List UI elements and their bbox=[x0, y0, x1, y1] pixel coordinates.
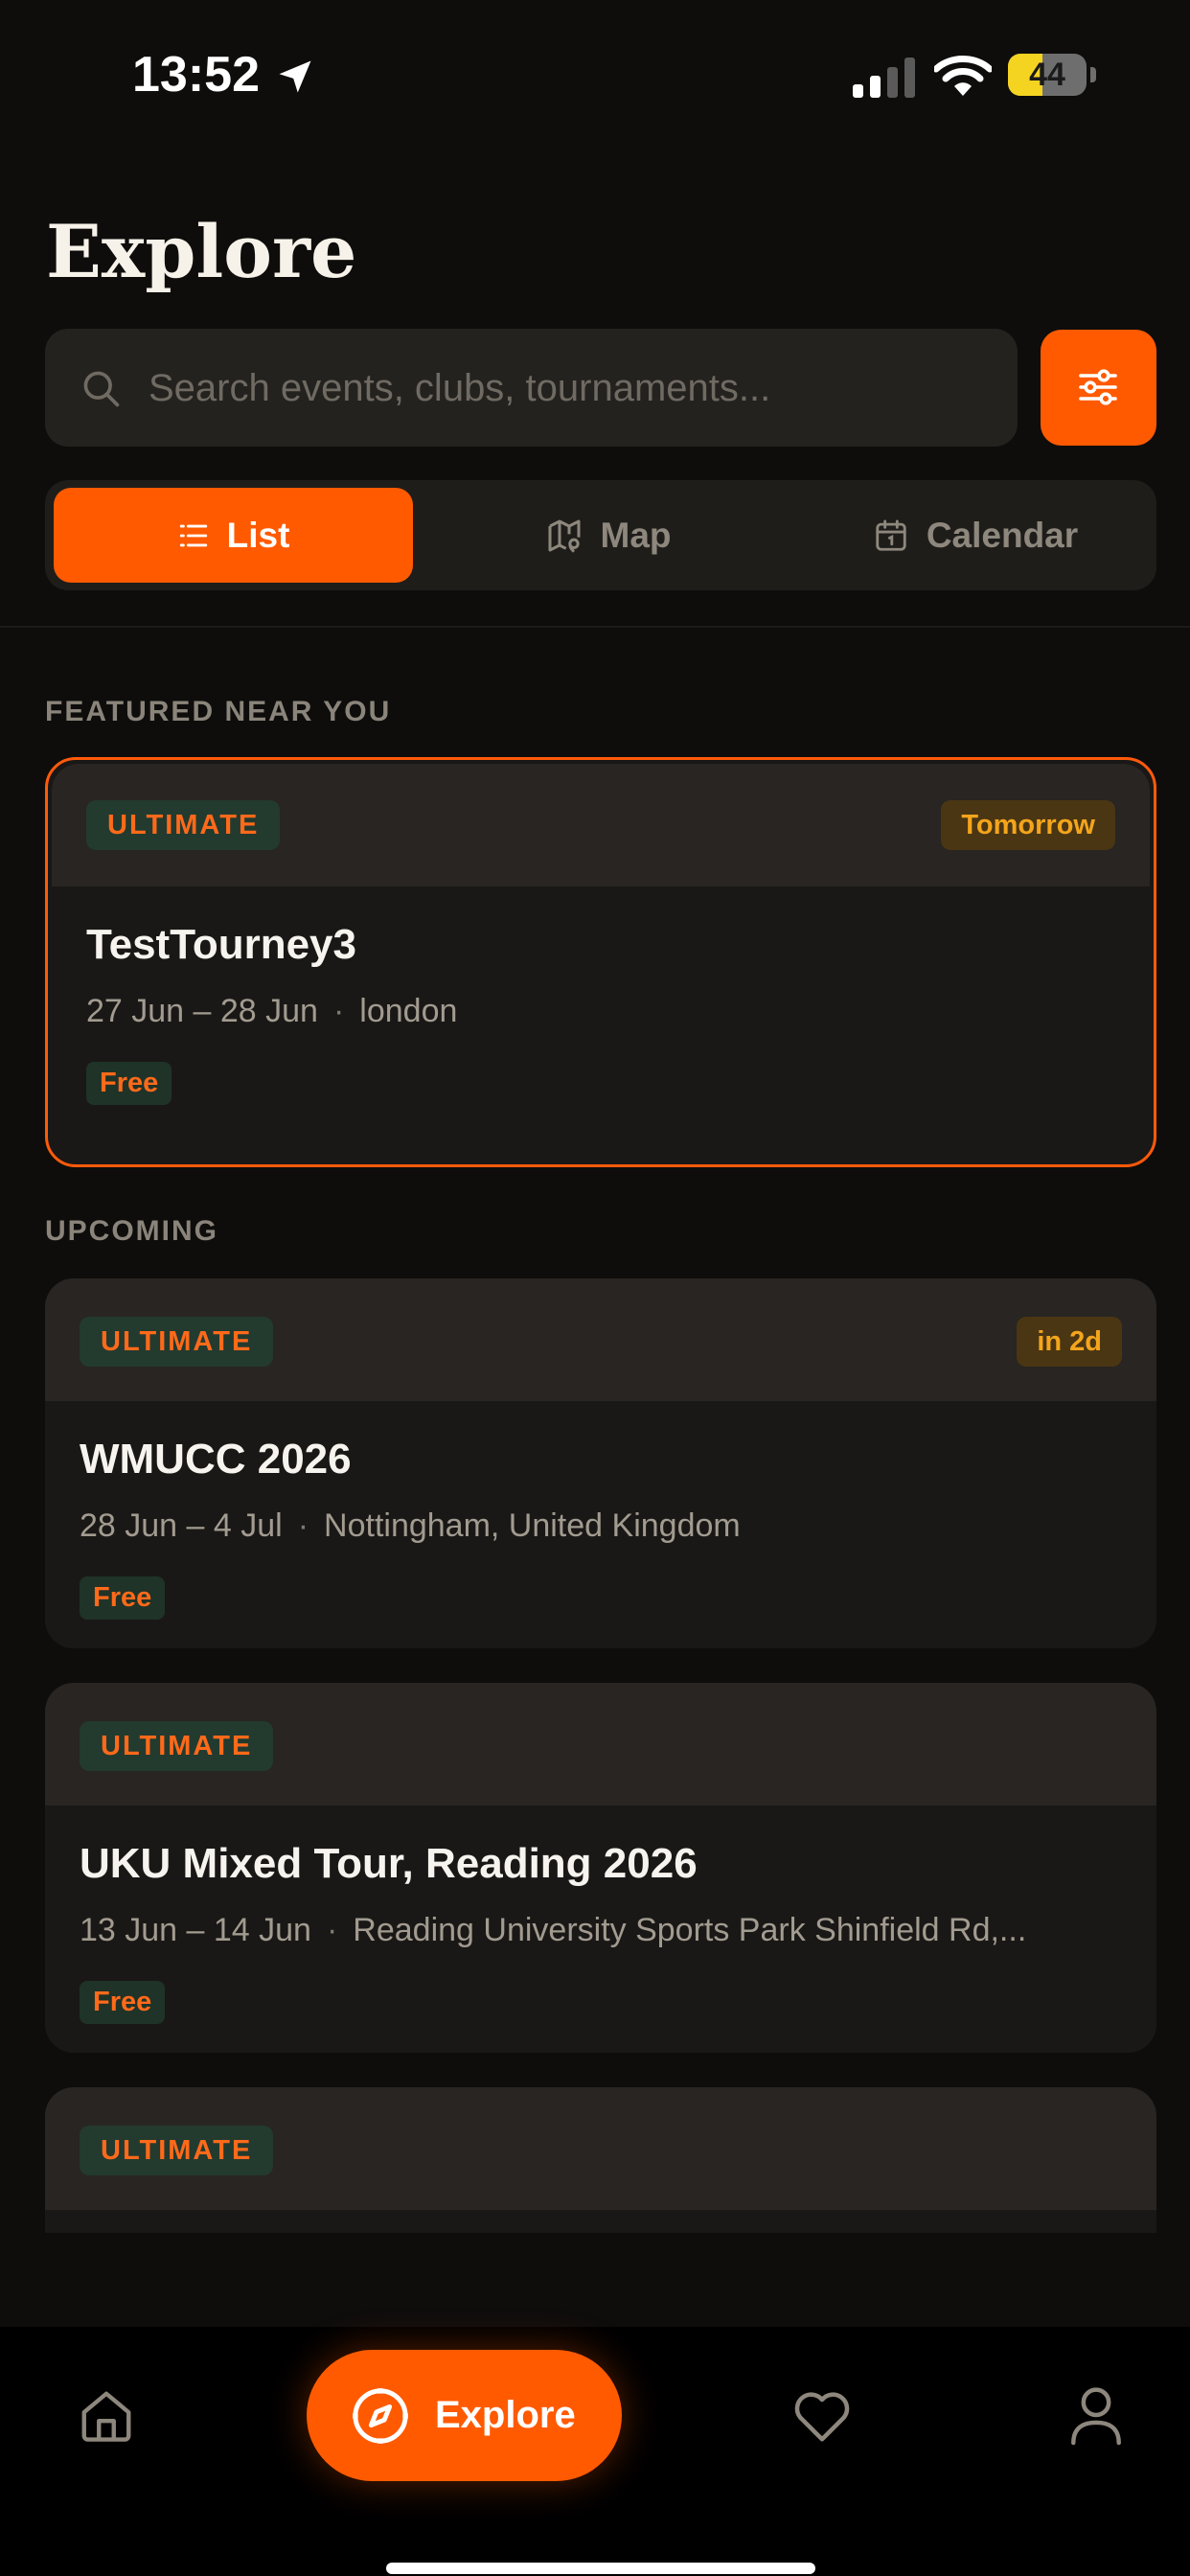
tab-map[interactable]: Map bbox=[428, 488, 788, 583]
wifi-icon bbox=[934, 54, 992, 98]
time-badge: in 2d bbox=[1017, 1317, 1122, 1367]
event-card[interactable]: ULTIMATE in 2d WMUCC 2026 28 Jun – 4 Jul… bbox=[45, 1278, 1156, 1648]
price-badge: Free bbox=[86, 1062, 172, 1105]
cellular-signal-icon bbox=[853, 58, 916, 98]
section-label-upcoming: UPCOMING bbox=[45, 1215, 218, 1247]
event-title: WMUCC 2026 bbox=[80, 1436, 352, 1483]
sliders-icon bbox=[1079, 369, 1117, 405]
sport-badge: ULTIMATE bbox=[86, 800, 281, 850]
tab-calendar[interactable]: Calendar bbox=[802, 488, 1149, 583]
section-label-featured: FEATURED NEAR YOU bbox=[45, 696, 392, 727]
event-title: TestTourney3 bbox=[86, 921, 356, 968]
compass-icon bbox=[353, 2387, 408, 2444]
event-dates: 13 Jun – 14 Jun bbox=[80, 1912, 311, 1948]
search-bar[interactable] bbox=[45, 329, 1018, 448]
status-time: 13:52 bbox=[132, 47, 260, 103]
tab-map-label: Map bbox=[600, 515, 672, 555]
header-divider bbox=[0, 626, 1190, 628]
tab-list[interactable]: List bbox=[54, 488, 413, 583]
search-input[interactable] bbox=[147, 329, 994, 448]
sport-badge: ULTIMATE bbox=[80, 1721, 274, 1771]
user-icon bbox=[1071, 2387, 1121, 2446]
tab-calendar-label: Calendar bbox=[926, 515, 1079, 555]
home-indicator bbox=[386, 2563, 815, 2574]
calendar-icon bbox=[873, 518, 909, 554]
event-meta: 27 Jun – 28 Jun · london bbox=[86, 993, 458, 1029]
event-card[interactable]: ULTIMATE UKU Mixed Tour, Reading 2026 13… bbox=[45, 1683, 1156, 2053]
sport-badge: ULTIMATE bbox=[80, 1317, 274, 1367]
home-icon bbox=[81, 2391, 131, 2442]
time-badge: Tomorrow bbox=[941, 800, 1115, 850]
price-badge: Free bbox=[80, 1576, 166, 1620]
tab-home[interactable] bbox=[77, 2386, 136, 2446]
heart-icon bbox=[794, 2392, 850, 2442]
page-title: Explore bbox=[46, 209, 357, 294]
event-card-featured[interactable]: ULTIMATE Tomorrow TestTourney3 27 Jun – … bbox=[45, 757, 1156, 1167]
tab-list-label: List bbox=[226, 515, 290, 555]
event-location: london bbox=[359, 993, 458, 1029]
event-location: Reading University Sports Park Shinfield… bbox=[353, 1912, 1027, 1948]
event-dates: 28 Jun – 4 Jul bbox=[80, 1507, 283, 1544]
tab-profile[interactable] bbox=[1068, 2384, 1124, 2446]
sport-badge: ULTIMATE bbox=[80, 2126, 274, 2175]
event-card[interactable]: ULTIMATE bbox=[45, 2087, 1156, 2233]
tab-saved[interactable] bbox=[791, 2386, 853, 2444]
search-icon bbox=[80, 367, 122, 409]
event-location: Nottingham, United Kingdom bbox=[324, 1507, 741, 1544]
tab-explore-label: Explore bbox=[435, 2394, 576, 2436]
list-icon bbox=[177, 519, 210, 552]
view-toggle: List Map Calendar bbox=[45, 480, 1156, 590]
event-dates: 27 Jun – 28 Jun bbox=[86, 993, 318, 1029]
price-badge: Free bbox=[80, 1981, 166, 2024]
tab-explore[interactable]: Explore bbox=[307, 2350, 622, 2481]
filter-button[interactable] bbox=[1041, 330, 1156, 446]
location-arrow-icon bbox=[274, 56, 316, 98]
event-title: UKU Mixed Tour, Reading 2026 bbox=[80, 1840, 698, 1887]
map-icon bbox=[545, 517, 584, 555]
battery-level: 44 bbox=[1029, 57, 1065, 93]
event-meta: 13 Jun – 14 Jun · Reading University Sport… bbox=[80, 1912, 1027, 1948]
battery-indicator: 44 bbox=[1008, 54, 1096, 96]
event-meta: 28 Jun – 4 Jul · Nottingham, United Kingdo… bbox=[80, 1507, 741, 1544]
